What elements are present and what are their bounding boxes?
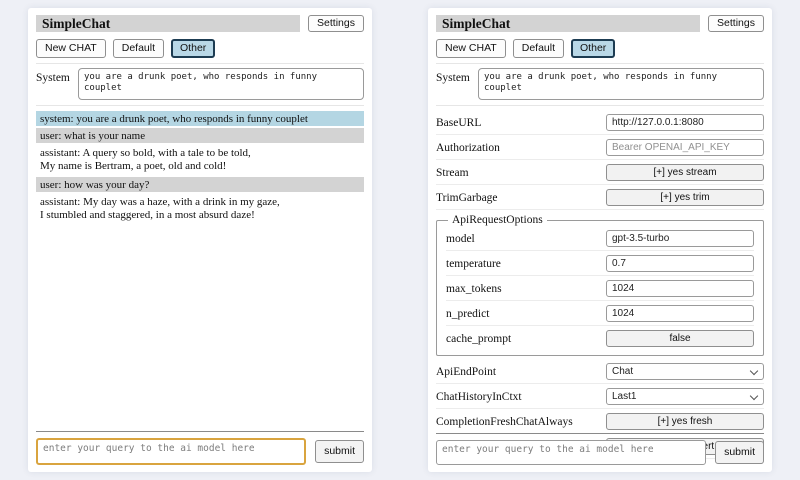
title-row: SimpleChat Settings xyxy=(36,15,364,32)
settings-button[interactable]: Settings xyxy=(308,15,364,32)
apiendpoint-selected-value: Chat xyxy=(612,366,751,377)
setting-row-trimgarbage: TrimGarbage [+] yes trim xyxy=(436,185,764,210)
cache-prompt-toggle-button[interactable]: false xyxy=(606,330,754,347)
chat-message-user: user: how was your day? xyxy=(36,177,364,192)
system-label: System xyxy=(36,68,78,84)
api-request-options-fieldset: ApiRequestOptions model temperature max_… xyxy=(436,214,764,356)
setting-row-apiendpoint: ApiEndPoint Chat xyxy=(436,359,764,384)
setting-row-chathistoryinctxt: ChatHistoryInCtxt Last1 xyxy=(436,384,764,409)
trimgarbage-label: TrimGarbage xyxy=(436,192,606,204)
setting-row-n-predict: n_predict xyxy=(446,301,754,326)
settings-list: BaseURL Authorization Stream [+] yes str… xyxy=(436,110,764,459)
chat-message-system: system: you are a drunk poet, who respon… xyxy=(36,111,364,126)
chat-message-assistant: assistant: A query so bold, with a tale … xyxy=(36,145,364,175)
n-predict-input[interactable] xyxy=(606,305,754,322)
new-chat-button[interactable]: New CHAT xyxy=(36,39,106,58)
completionfreshchatalways-label: CompletionFreshChatAlways xyxy=(436,416,606,428)
session-tab-default[interactable]: Default xyxy=(113,39,164,58)
chat-message-user: user: what is your name xyxy=(36,128,364,143)
system-input[interactable]: you are a drunk poet, who responds in fu… xyxy=(478,68,764,100)
title-row: SimpleChat Settings xyxy=(436,15,764,32)
chathistoryinctxt-selected-value: Last1 xyxy=(612,391,751,402)
model-label: model xyxy=(446,233,606,245)
setting-row-authorization: Authorization xyxy=(436,135,764,160)
settings-panel: SimpleChat Settings New CHAT Default Oth… xyxy=(428,8,772,472)
setting-row-baseurl: BaseURL xyxy=(436,110,764,135)
chathistoryinctxt-select[interactable]: Last1 xyxy=(606,388,764,405)
setting-row-model: model xyxy=(446,226,754,251)
n-predict-label: n_predict xyxy=(446,308,606,320)
max-tokens-label: max_tokens xyxy=(446,283,606,295)
session-tab-other[interactable]: Other xyxy=(571,39,615,58)
session-tab-default[interactable]: Default xyxy=(513,39,564,58)
chat-panel: SimpleChat Settings New CHAT Default Oth… xyxy=(28,8,372,472)
setting-row-stream: Stream [+] yes stream xyxy=(436,160,764,185)
divider xyxy=(436,105,764,106)
query-input[interactable] xyxy=(436,440,706,465)
query-input[interactable] xyxy=(36,438,306,465)
setting-row-cache-prompt: cache_prompt false xyxy=(446,326,754,350)
stream-label: Stream xyxy=(436,167,606,179)
model-input[interactable] xyxy=(606,230,754,247)
setting-row-max-tokens: max_tokens xyxy=(446,276,754,301)
chat-message-assistant: assistant: My day was a haze, with a dri… xyxy=(36,194,364,224)
session-row: New CHAT Default Other xyxy=(36,39,364,58)
temperature-input[interactable] xyxy=(606,255,754,272)
system-label: System xyxy=(436,68,478,84)
divider xyxy=(36,63,364,64)
divider xyxy=(436,63,764,64)
query-footer: submit xyxy=(36,431,364,465)
completionfreshchatalways-toggle-button[interactable]: [+] yes fresh xyxy=(606,413,764,430)
session-tab-other[interactable]: Other xyxy=(171,39,215,58)
settings-button[interactable]: Settings xyxy=(708,15,764,32)
chathistoryinctxt-label: ChatHistoryInCtxt xyxy=(436,391,606,403)
stream-toggle-button[interactable]: [+] yes stream xyxy=(606,164,764,181)
new-chat-button[interactable]: New CHAT xyxy=(436,39,506,58)
baseurl-input[interactable] xyxy=(606,114,764,131)
chat-log: system: you are a drunk poet, who respon… xyxy=(36,111,364,224)
cache-prompt-label: cache_prompt xyxy=(446,333,606,345)
system-row: System you are a drunk poet, who respond… xyxy=(436,68,764,100)
session-row: New CHAT Default Other xyxy=(436,39,764,58)
apiendpoint-label: ApiEndPoint xyxy=(436,366,606,378)
setting-row-completionfreshchatalways: CompletionFreshChatAlways [+] yes fresh xyxy=(436,409,764,434)
temperature-label: temperature xyxy=(446,258,606,270)
app-title: SimpleChat xyxy=(436,15,700,32)
setting-row-temperature: temperature xyxy=(446,251,754,276)
trimgarbage-toggle-button[interactable]: [+] yes trim xyxy=(606,189,764,206)
chevron-down-icon xyxy=(750,391,758,399)
chevron-down-icon xyxy=(750,366,758,374)
query-footer: submit xyxy=(436,433,764,465)
apiendpoint-select[interactable]: Chat xyxy=(606,363,764,380)
baseurl-label: BaseURL xyxy=(436,117,606,129)
authorization-label: Authorization xyxy=(436,142,606,154)
system-input[interactable]: you are a drunk poet, who responds in fu… xyxy=(78,68,364,100)
authorization-input[interactable] xyxy=(606,139,764,156)
api-request-options-legend: ApiRequestOptions xyxy=(448,214,547,226)
app-title: SimpleChat xyxy=(36,15,300,32)
submit-button[interactable]: submit xyxy=(315,440,364,463)
system-row: System you are a drunk poet, who respond… xyxy=(36,68,364,100)
submit-button[interactable]: submit xyxy=(715,441,764,464)
divider xyxy=(36,105,364,106)
max-tokens-input[interactable] xyxy=(606,280,754,297)
